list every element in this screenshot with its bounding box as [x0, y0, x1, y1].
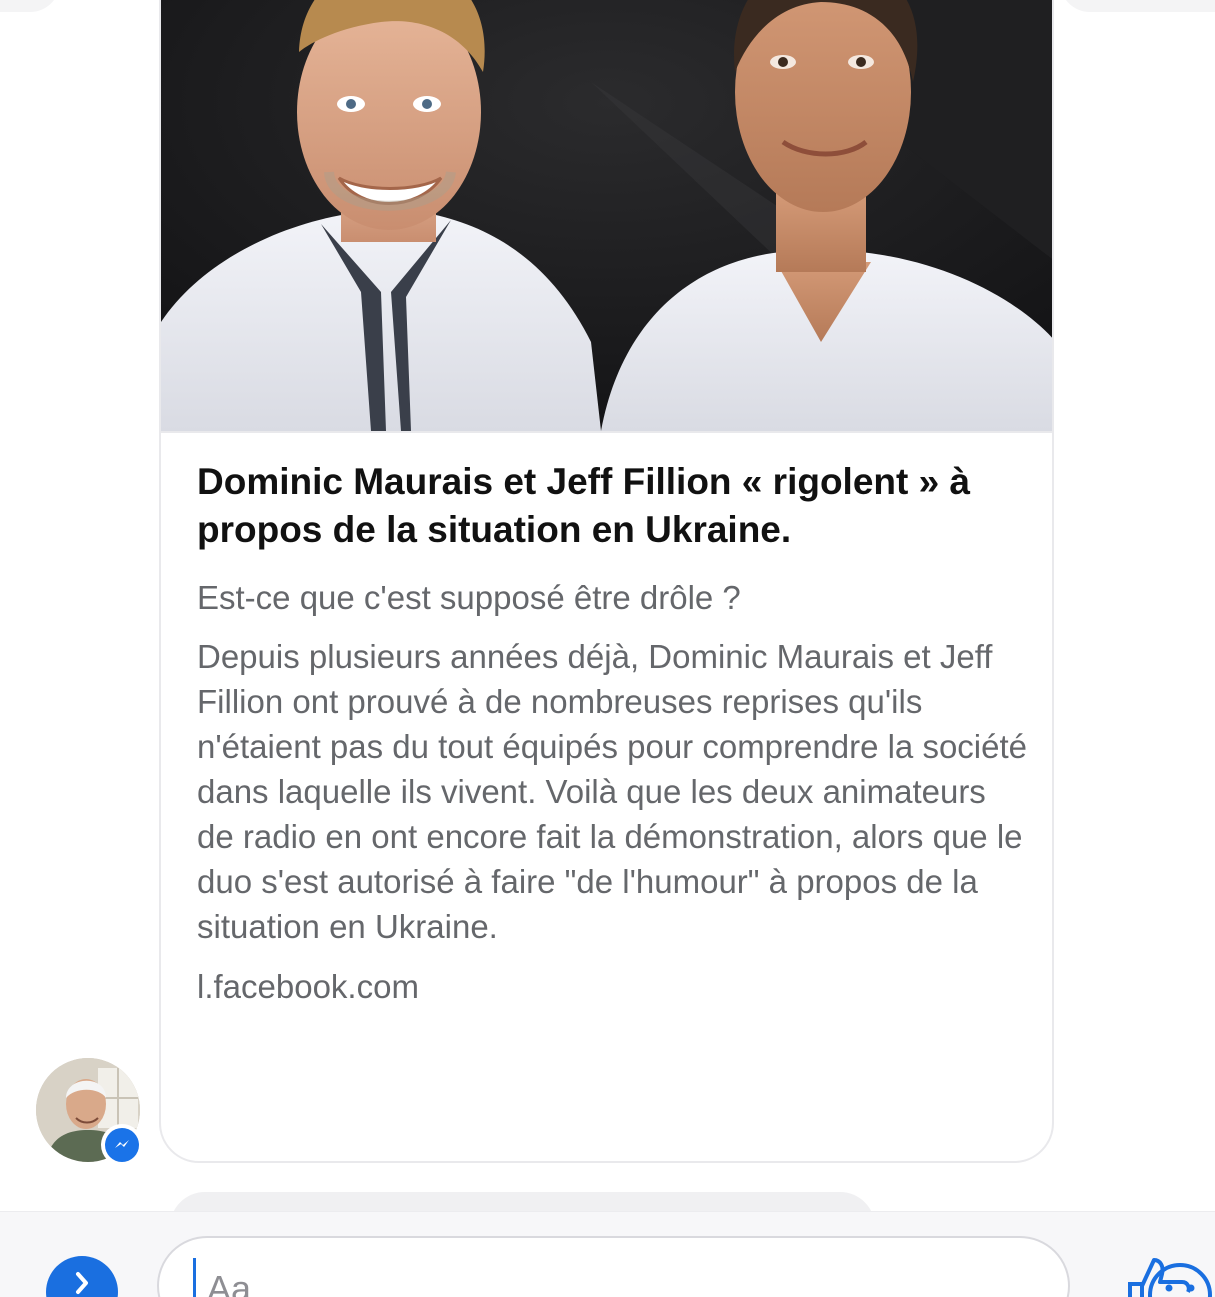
expand-actions-button[interactable] — [46, 1256, 118, 1297]
two-men-photo — [161, 0, 1052, 431]
link-preview-card[interactable]: Dominic Maurais et Jeff Fillion « rigole… — [159, 0, 1054, 1163]
message-input-placeholder: Aa — [207, 1268, 252, 1297]
link-description: Depuis plusieurs années déjà, Dominic Ma… — [197, 638, 1028, 945]
text-caret — [193, 1258, 196, 1297]
messenger-badge — [101, 1124, 143, 1166]
chevron-right-icon — [76, 1272, 88, 1294]
link-domain: l.facebook.com — [197, 968, 419, 1005]
messenger-conversation: Dominic Maurais et Jeff Fillion « rigole… — [0, 0, 1215, 1297]
previous-message-bubble-right — [1060, 0, 1215, 12]
link-preview-image[interactable] — [161, 0, 1052, 433]
message-composer: Aa — [0, 1211, 1215, 1297]
messenger-icon — [105, 1128, 139, 1162]
message-input[interactable]: Aa — [157, 1236, 1212, 1297]
link-title: Dominic Maurais et Jeff Fillion « rigole… — [197, 461, 971, 550]
link-preview-text: Dominic Maurais et Jeff Fillion « rigole… — [197, 458, 1027, 1009]
previous-message-bubble — [0, 0, 60, 12]
thumbs-up-icon[interactable] — [1122, 1256, 1192, 1297]
link-subtitle: Est-ce que c'est supposé être drôle ? — [197, 579, 741, 616]
